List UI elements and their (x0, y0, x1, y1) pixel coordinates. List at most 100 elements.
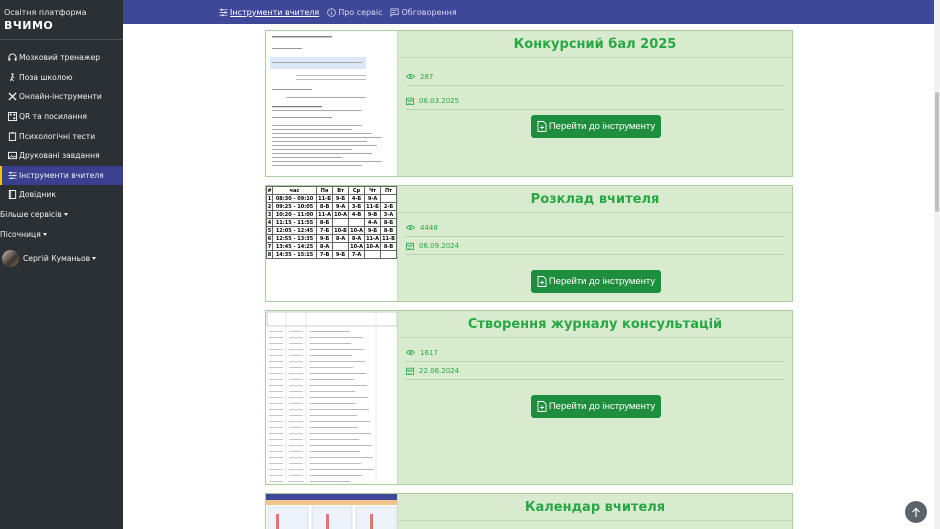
go-button-label: Перейти до інструменту (548, 401, 656, 412)
top-link-discussion[interactable]: Обговорення (390, 7, 457, 17)
go-button-label: Перейти до інструменту (548, 276, 656, 287)
more-services-label: Більше сервісів (0, 210, 62, 220)
table-cell: 4-В (348, 210, 366, 219)
sidebar-item-label: Друковані завдання (19, 151, 100, 161)
preview-line (289, 355, 303, 356)
document-preview-icon (266, 31, 397, 176)
tool-card-body: Календар вчителя (398, 494, 792, 529)
brand[interactable]: Освітня платформа ВЧИМО (0, 0, 123, 40)
preview-line (289, 445, 303, 446)
table-cell: 09:25 - 10:05 (271, 202, 318, 211)
preview-line (269, 361, 283, 362)
views-count: 4448 (420, 223, 438, 232)
table-row: 5 12:05 - 12:45 7-Б 10-Б 10-А 9-Б 8-В (266, 226, 397, 235)
table-cell: 9-Б (332, 194, 350, 203)
preview-line (269, 421, 283, 422)
table-cell: 8-А (332, 234, 350, 243)
preview-line (289, 403, 303, 404)
preview-line (310, 343, 351, 344)
top-link-label: Інструменти вчителя (230, 7, 320, 17)
preview-line (310, 415, 357, 416)
go-to-tool-button[interactable]: Перейти до інструменту (531, 395, 661, 418)
table-cell: 3-Б (348, 202, 366, 211)
table-header-cell: Вт (332, 186, 350, 195)
picture-icon (8, 152, 17, 160)
chat-icon (390, 7, 400, 17)
preview-line (289, 433, 303, 434)
table-cell: 10:20 - 11:00 (271, 210, 318, 219)
tool-preview-image[interactable] (266, 494, 398, 529)
top-link-teacher-tools[interactable]: Інструменти вчителя (219, 8, 319, 17)
preview-line (269, 349, 283, 350)
preview-line (289, 427, 303, 428)
preview-line (289, 457, 303, 458)
table-cell: 8-А (348, 234, 366, 243)
table-cell: 10-А (348, 242, 366, 251)
sidebar-item-teacher-tools[interactable]: Інструменти вчителя (0, 165, 123, 186)
sidebar-item-reference[interactable]: Довідник (0, 185, 123, 205)
table-header-cell: Пн (316, 186, 334, 195)
preview-line (269, 409, 283, 410)
eye-icon (406, 225, 415, 230)
preview-line (310, 367, 353, 368)
table-cell (332, 242, 350, 251)
sidebar-item-psych-tests[interactable]: Психологічні тести (0, 126, 123, 146)
sidebar-item-brain-trainer[interactable]: Мозковий тренажер (0, 48, 123, 68)
preview-line (269, 439, 283, 440)
tools-icon (8, 92, 17, 102)
table-cell: 10-А (348, 226, 366, 235)
tool-card: Створення журналу консультацій 1617 22.0… (265, 310, 793, 485)
calendar-icon (406, 97, 414, 105)
table-header-row: # час Пн Вт Ср Чт Пт (266, 186, 397, 195)
table-cell: 9-А (364, 194, 382, 203)
preview-line (289, 361, 303, 362)
go-button-label: Перейти до інструменту (548, 121, 656, 132)
sidebar-item-qr-links[interactable]: QR та посилання (0, 107, 123, 127)
chevron-down-icon (92, 256, 97, 260)
scrollbar[interactable] (934, 0, 940, 529)
go-to-tool-button[interactable]: Перейти до інструменту (531, 115, 661, 138)
sidebar-item-out-of-school[interactable]: Поза школою (0, 68, 123, 88)
sidebar-item-printed-tasks[interactable]: Друковані завдання (0, 146, 123, 166)
user-menu[interactable]: Сергій Куманьов (0, 249, 123, 267)
preview-line (269, 355, 283, 356)
chevron-down-icon (63, 213, 68, 217)
qr-code-icon (8, 112, 17, 122)
preview-line (289, 469, 303, 470)
tool-preview-image[interactable] (266, 31, 398, 176)
table-cell: 11:15 - 11:55 (271, 218, 318, 227)
publish-date: 06.09.2024 (419, 241, 460, 250)
scrollbar-thumb[interactable] (935, 92, 939, 212)
table-cell: 7-А (348, 250, 366, 259)
calendar-icon (406, 367, 414, 375)
table-cell: 10-А (332, 210, 350, 219)
more-services-dropdown[interactable]: Більше сервісів (0, 205, 123, 225)
preview-line (310, 331, 350, 332)
table-header-cell: Чт (364, 186, 382, 195)
go-to-tool-button[interactable]: Перейти до інструменту (531, 270, 661, 293)
sandbox-dropdown[interactable]: Пісочниця (0, 224, 123, 244)
table-cell: 3-А (380, 210, 397, 219)
chevron-down-icon (42, 232, 47, 236)
preview-line (289, 451, 303, 452)
date-row: 06.03.2025 (406, 92, 784, 110)
table-cell: 8-В (316, 202, 334, 211)
table-cell: 11-В (380, 234, 397, 243)
tool-preview-image[interactable]: # час Пн Вт Ср Чт Пт 1 08:30 - 09:10 11-Б 9-Б 4-Б 9-… (266, 186, 398, 301)
tool-card-title: Розклад вчителя (398, 186, 792, 213)
tool-preview-image[interactable] (266, 311, 398, 484)
top-link-about[interactable]: Про сервіс (327, 8, 382, 17)
preview-line (310, 385, 367, 386)
table-cell: 11-Б (316, 194, 334, 203)
back-to-top-button[interactable] (905, 501, 927, 523)
preview-line (269, 367, 283, 368)
preview-line (269, 445, 283, 446)
table-cell: 7-Б (316, 226, 334, 235)
table-cell: 2-Б (380, 202, 397, 211)
sidebar-item-label: Поза школою (19, 72, 73, 82)
table-cell: 9-В (364, 210, 382, 219)
info-circle-icon (327, 7, 336, 17)
views-count: 287 (420, 72, 434, 81)
sidebar-item-online-tools[interactable]: Онлайн-інструменти (0, 87, 123, 107)
preview-line (310, 403, 356, 404)
